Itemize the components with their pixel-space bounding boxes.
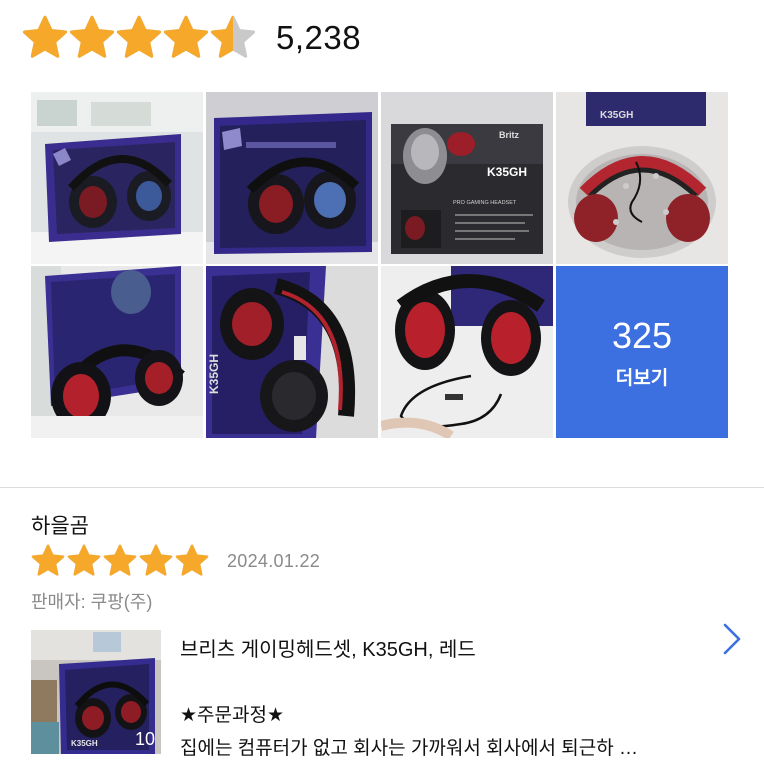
box-model-label: K35GH [487, 165, 527, 179]
reviewer-name: 하을곰 [31, 515, 89, 538]
star-icon [116, 15, 162, 58]
star-icon [139, 544, 173, 576]
star-icon [175, 544, 209, 576]
star-icon [69, 15, 115, 58]
photo-thumbnail[interactable] [381, 266, 553, 438]
more-photos-label: 더보기 [615, 367, 669, 389]
photo-thumbnail[interactable]: Britz K35GH PRO GAMING HEADSET [381, 92, 553, 264]
review-stars [31, 544, 209, 578]
svg-text:K35GH: K35GH [600, 110, 633, 121]
seller-info: 판매자: 쿠팡(주) [31, 592, 153, 612]
review-count: 5,238 [276, 19, 362, 56]
review-text-preview[interactable]: 집에는 컴퓨터가 없고 회사는 가까워서 회사에서 퇴근하 … [180, 733, 638, 760]
review-product-thumbnail[interactable]: K35GH 10 [31, 630, 161, 754]
section-divider [0, 487, 764, 488]
star-icon [67, 544, 101, 576]
box-model-label: K35GH [207, 354, 221, 394]
photo-grid: Britz K35GH PRO GAMING HEADSET K35GH K35… [31, 92, 729, 438]
thumbnail-photo-count: 10 [134, 729, 155, 749]
star-icon [163, 15, 209, 58]
svg-text:K35GH: K35GH [71, 739, 98, 748]
chevron-right-icon[interactable] [720, 622, 744, 656]
review-product-name[interactable]: 브리츠 게이밍헤드셋, K35GH, 레드 [180, 633, 476, 662]
box-brand-label: Britz [499, 130, 519, 140]
photo-thumbnail[interactable] [31, 266, 203, 438]
photo-thumbnail[interactable]: K35GH [206, 266, 378, 438]
star-icon [210, 15, 256, 58]
photo-thumbnail[interactable] [206, 92, 378, 264]
review-text-heading: ★주문과정★ [180, 705, 284, 726]
star-icon [103, 544, 137, 576]
more-photos-count: 325 [611, 314, 673, 356]
review-date: 2024.01.22 [227, 550, 321, 571]
rating-summary: 5,238 [22, 12, 361, 64]
review-rating: 2024.01.22 [31, 544, 320, 578]
star-icon [31, 544, 65, 576]
summary-stars [22, 15, 256, 61]
photo-thumbnail[interactable]: K35GH [556, 92, 728, 264]
more-photos-button[interactable]: 325 더보기 [556, 266, 728, 438]
photo-thumbnail[interactable] [31, 92, 203, 264]
box-tagline-label: PRO GAMING HEADSET [453, 200, 517, 206]
star-icon [22, 15, 68, 58]
